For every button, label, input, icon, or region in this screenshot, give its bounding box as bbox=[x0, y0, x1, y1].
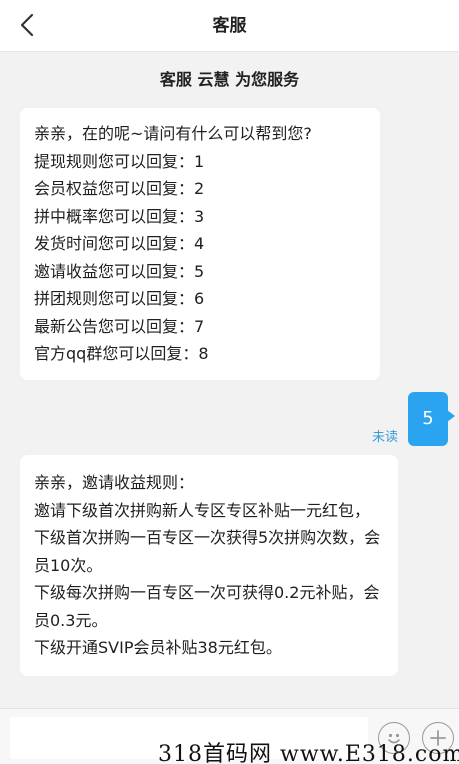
message-line: 发货时间您可以回复：4 bbox=[34, 234, 205, 253]
service-agent-banner: 客服 云慧 为您服务 bbox=[159, 70, 300, 89]
message-line: 提现规则您可以回复：1 bbox=[34, 151, 205, 171]
message-line: 亲亲，在的呢~请问有什么可以帮到您? bbox=[34, 124, 312, 143]
site-watermark: 318首码网 www.E318.com bbox=[158, 742, 459, 764]
message-line: 亲亲，邀请收益规则： bbox=[34, 473, 195, 492]
chat-area[interactable]: 客服 云慧 为您服务 亲亲，在的呢~请问有什么可以帮到您? 提现规则您可以回复：… bbox=[0, 52, 459, 708]
message-line: 会员权益您可以回复：2 bbox=[34, 179, 205, 198]
message-line: 邀请收益您可以回复：5 bbox=[34, 261, 205, 281]
top-nav-bar: 客服 bbox=[0, 0, 459, 52]
message-line: 下级每次拼购一百专区一次可获得0.2元补贴，会员0.3元。 bbox=[34, 583, 380, 630]
message-line: 邀请下级首次拼购新人专区专区补贴一元红包， bbox=[34, 500, 371, 520]
message-line: 下级开通SVIP会员补贴38元红包。 bbox=[34, 638, 282, 657]
message-line: 官方qq群您可以回复：8 bbox=[34, 344, 209, 363]
page-title: 客服 bbox=[212, 16, 247, 36]
message-line: 下级首次拼购一百专区一次获得5次拼购次数，会员10次。 bbox=[34, 528, 381, 575]
agent-message-invite-rules: 亲亲，邀请收益规则： 邀请下级首次拼购新人专区专区补贴一元红包， 下级首次拼购一… bbox=[20, 455, 398, 676]
read-status: 未读 bbox=[372, 430, 399, 445]
message-line: 拼团规则您可以回复：6 bbox=[34, 289, 205, 308]
message-line: 最新公告您可以回复：7 bbox=[34, 316, 205, 336]
message-line: 拼中概率您可以回复：3 bbox=[34, 206, 205, 226]
user-message[interactable]: 5 bbox=[408, 392, 455, 446]
agent-message-menu: 亲亲，在的呢~请问有什么可以帮到您? 提现规则您可以回复：1 会员权益您可以回复… bbox=[20, 108, 380, 380]
